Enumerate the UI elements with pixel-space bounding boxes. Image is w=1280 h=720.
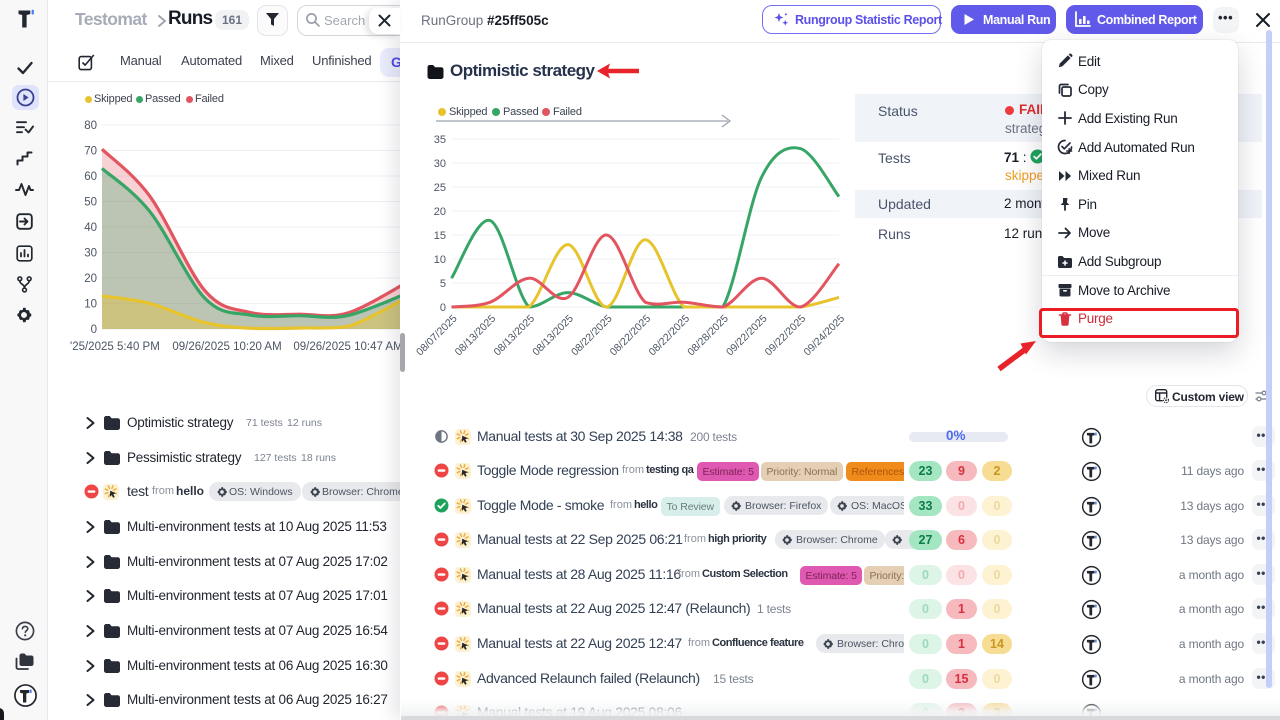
svg-text:50: 50 <box>84 197 97 209</box>
svg-text:10: 10 <box>434 254 446 266</box>
svg-text:15: 15 <box>434 230 446 242</box>
svg-text:40: 40 <box>84 222 97 234</box>
svg-text:30: 30 <box>434 158 446 170</box>
svg-text:08/13/2025: 08/13/2025 <box>491 313 537 359</box>
svg-text:'25/2025 5:40 PM: '25/2025 5:40 PM <box>70 341 160 353</box>
svg-text:09/22/2025: 09/22/2025 <box>763 313 809 359</box>
svg-text:10: 10 <box>84 299 97 311</box>
svg-text:09/24/2025: 09/24/2025 <box>801 313 847 359</box>
svg-text:0: 0 <box>91 324 97 336</box>
svg-text:08/22/2025: 08/22/2025 <box>608 313 654 359</box>
svg-text:0: 0 <box>440 302 446 314</box>
svg-text:20: 20 <box>434 206 446 218</box>
svg-text:08/13/2025: 08/13/2025 <box>453 313 499 359</box>
svg-text:35: 35 <box>434 134 446 146</box>
svg-text:08/22/2025: 08/22/2025 <box>646 313 692 359</box>
svg-text:08/22/2025: 08/22/2025 <box>569 313 615 359</box>
svg-text:5: 5 <box>440 278 446 290</box>
svg-text:09/26/2025 10:20 AM: 09/26/2025 10:20 AM <box>172 341 281 353</box>
svg-text:20: 20 <box>84 273 97 285</box>
svg-text:09/22/2025: 09/22/2025 <box>724 313 770 359</box>
svg-text:08/07/2025: 08/07/2025 <box>414 313 460 359</box>
svg-text:09/26/2025 10:47 AM: 09/26/2025 10:47 AM <box>293 341 400 353</box>
svg-text:80: 80 <box>84 120 97 132</box>
svg-text:08/28/2025: 08/28/2025 <box>685 313 731 359</box>
svg-text:08/13/2025: 08/13/2025 <box>530 313 576 359</box>
svg-text:70: 70 <box>84 146 97 158</box>
svg-text:30: 30 <box>84 248 97 260</box>
svg-text:60: 60 <box>84 171 97 183</box>
svg-text:25: 25 <box>434 182 446 194</box>
